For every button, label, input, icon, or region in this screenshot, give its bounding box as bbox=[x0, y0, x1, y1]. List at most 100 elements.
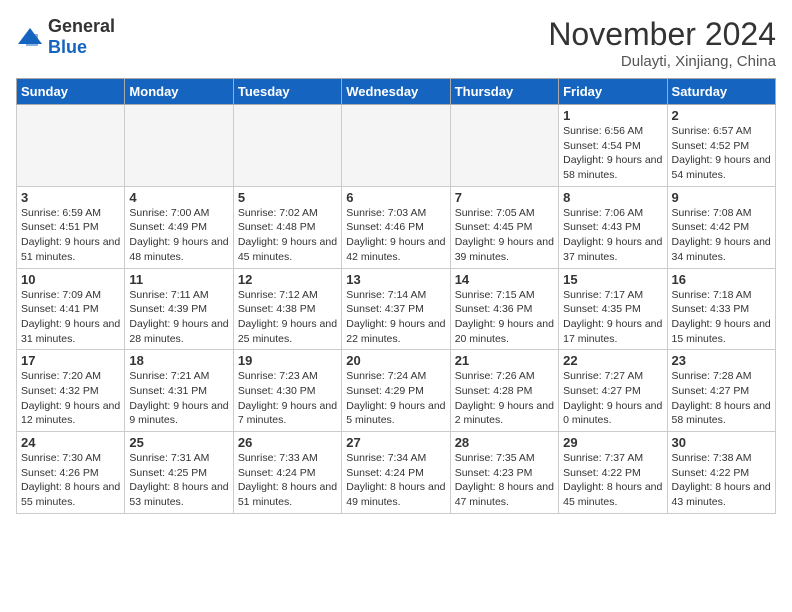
day-number: 15 bbox=[563, 272, 662, 287]
day-info: Sunrise: 7:30 AM Sunset: 4:26 PM Dayligh… bbox=[21, 451, 120, 510]
weekday-header-friday: Friday bbox=[559, 79, 667, 105]
day-info: Sunrise: 7:37 AM Sunset: 4:22 PM Dayligh… bbox=[563, 451, 662, 510]
day-number: 7 bbox=[455, 190, 554, 205]
calendar-cell bbox=[342, 105, 450, 187]
calendar-cell: 4Sunrise: 7:00 AM Sunset: 4:49 PM Daylig… bbox=[125, 186, 233, 268]
day-info: Sunrise: 7:31 AM Sunset: 4:25 PM Dayligh… bbox=[129, 451, 228, 510]
month-title: November 2024 bbox=[548, 16, 776, 53]
day-number: 14 bbox=[455, 272, 554, 287]
calendar-cell: 16Sunrise: 7:18 AM Sunset: 4:33 PM Dayli… bbox=[667, 268, 775, 350]
calendar-cell: 26Sunrise: 7:33 AM Sunset: 4:24 PM Dayli… bbox=[233, 432, 341, 514]
calendar-cell: 27Sunrise: 7:34 AM Sunset: 4:24 PM Dayli… bbox=[342, 432, 450, 514]
logo: General Blue bbox=[16, 16, 115, 58]
day-number: 19 bbox=[238, 353, 337, 368]
location-title: Dulayti, Xinjiang, China bbox=[548, 53, 776, 70]
calendar-cell bbox=[233, 105, 341, 187]
day-number: 17 bbox=[21, 353, 120, 368]
day-number: 4 bbox=[129, 190, 228, 205]
calendar-cell: 8Sunrise: 7:06 AM Sunset: 4:43 PM Daylig… bbox=[559, 186, 667, 268]
logo-icon bbox=[16, 26, 44, 48]
logo-general: General bbox=[48, 16, 115, 36]
day-info: Sunrise: 7:15 AM Sunset: 4:36 PM Dayligh… bbox=[455, 288, 554, 347]
day-number: 27 bbox=[346, 435, 445, 450]
calendar-cell: 22Sunrise: 7:27 AM Sunset: 4:27 PM Dayli… bbox=[559, 350, 667, 432]
calendar-cell: 1Sunrise: 6:56 AM Sunset: 4:54 PM Daylig… bbox=[559, 105, 667, 187]
day-number: 6 bbox=[346, 190, 445, 205]
day-info: Sunrise: 7:02 AM Sunset: 4:48 PM Dayligh… bbox=[238, 206, 337, 265]
day-info: Sunrise: 7:06 AM Sunset: 4:43 PM Dayligh… bbox=[563, 206, 662, 265]
day-info: Sunrise: 7:14 AM Sunset: 4:37 PM Dayligh… bbox=[346, 288, 445, 347]
calendar-cell: 12Sunrise: 7:12 AM Sunset: 4:38 PM Dayli… bbox=[233, 268, 341, 350]
day-info: Sunrise: 7:33 AM Sunset: 4:24 PM Dayligh… bbox=[238, 451, 337, 510]
day-number: 2 bbox=[672, 108, 771, 123]
day-info: Sunrise: 7:09 AM Sunset: 4:41 PM Dayligh… bbox=[21, 288, 120, 347]
week-row-2: 3Sunrise: 6:59 AM Sunset: 4:51 PM Daylig… bbox=[17, 186, 776, 268]
day-number: 10 bbox=[21, 272, 120, 287]
day-info: Sunrise: 7:23 AM Sunset: 4:30 PM Dayligh… bbox=[238, 369, 337, 428]
day-info: Sunrise: 6:56 AM Sunset: 4:54 PM Dayligh… bbox=[563, 124, 662, 183]
calendar-cell: 9Sunrise: 7:08 AM Sunset: 4:42 PM Daylig… bbox=[667, 186, 775, 268]
day-info: Sunrise: 7:27 AM Sunset: 4:27 PM Dayligh… bbox=[563, 369, 662, 428]
day-number: 26 bbox=[238, 435, 337, 450]
calendar-cell: 18Sunrise: 7:21 AM Sunset: 4:31 PM Dayli… bbox=[125, 350, 233, 432]
calendar-cell bbox=[17, 105, 125, 187]
day-number: 18 bbox=[129, 353, 228, 368]
day-number: 9 bbox=[672, 190, 771, 205]
calendar-cell: 11Sunrise: 7:11 AM Sunset: 4:39 PM Dayli… bbox=[125, 268, 233, 350]
day-info: Sunrise: 7:20 AM Sunset: 4:32 PM Dayligh… bbox=[21, 369, 120, 428]
day-info: Sunrise: 7:08 AM Sunset: 4:42 PM Dayligh… bbox=[672, 206, 771, 265]
calendar-cell bbox=[450, 105, 558, 187]
day-info: Sunrise: 7:05 AM Sunset: 4:45 PM Dayligh… bbox=[455, 206, 554, 265]
calendar-cell: 2Sunrise: 6:57 AM Sunset: 4:52 PM Daylig… bbox=[667, 105, 775, 187]
calendar-cell: 28Sunrise: 7:35 AM Sunset: 4:23 PM Dayli… bbox=[450, 432, 558, 514]
day-info: Sunrise: 7:18 AM Sunset: 4:33 PM Dayligh… bbox=[672, 288, 771, 347]
day-info: Sunrise: 7:34 AM Sunset: 4:24 PM Dayligh… bbox=[346, 451, 445, 510]
calendar-cell: 3Sunrise: 6:59 AM Sunset: 4:51 PM Daylig… bbox=[17, 186, 125, 268]
week-row-5: 24Sunrise: 7:30 AM Sunset: 4:26 PM Dayli… bbox=[17, 432, 776, 514]
header: General Blue November 2024 Dulayti, Xinj… bbox=[16, 16, 776, 70]
calendar-cell: 21Sunrise: 7:26 AM Sunset: 4:28 PM Dayli… bbox=[450, 350, 558, 432]
day-info: Sunrise: 7:35 AM Sunset: 4:23 PM Dayligh… bbox=[455, 451, 554, 510]
day-number: 11 bbox=[129, 272, 228, 287]
calendar-cell: 15Sunrise: 7:17 AM Sunset: 4:35 PM Dayli… bbox=[559, 268, 667, 350]
day-info: Sunrise: 7:11 AM Sunset: 4:39 PM Dayligh… bbox=[129, 288, 228, 347]
calendar-cell: 5Sunrise: 7:02 AM Sunset: 4:48 PM Daylig… bbox=[233, 186, 341, 268]
day-number: 29 bbox=[563, 435, 662, 450]
day-number: 24 bbox=[21, 435, 120, 450]
calendar-cell: 20Sunrise: 7:24 AM Sunset: 4:29 PM Dayli… bbox=[342, 350, 450, 432]
day-number: 3 bbox=[21, 190, 120, 205]
weekday-header-saturday: Saturday bbox=[667, 79, 775, 105]
day-number: 25 bbox=[129, 435, 228, 450]
day-info: Sunrise: 7:38 AM Sunset: 4:22 PM Dayligh… bbox=[672, 451, 771, 510]
calendar-cell: 29Sunrise: 7:37 AM Sunset: 4:22 PM Dayli… bbox=[559, 432, 667, 514]
day-info: Sunrise: 7:28 AM Sunset: 4:27 PM Dayligh… bbox=[672, 369, 771, 428]
day-info: Sunrise: 7:03 AM Sunset: 4:46 PM Dayligh… bbox=[346, 206, 445, 265]
weekday-header-thursday: Thursday bbox=[450, 79, 558, 105]
calendar-cell: 30Sunrise: 7:38 AM Sunset: 4:22 PM Dayli… bbox=[667, 432, 775, 514]
week-row-4: 17Sunrise: 7:20 AM Sunset: 4:32 PM Dayli… bbox=[17, 350, 776, 432]
logo-text: General Blue bbox=[48, 16, 115, 58]
day-info: Sunrise: 7:24 AM Sunset: 4:29 PM Dayligh… bbox=[346, 369, 445, 428]
day-info: Sunrise: 7:26 AM Sunset: 4:28 PM Dayligh… bbox=[455, 369, 554, 428]
calendar-table: SundayMondayTuesdayWednesdayThursdayFrid… bbox=[16, 78, 776, 514]
day-number: 13 bbox=[346, 272, 445, 287]
day-number: 20 bbox=[346, 353, 445, 368]
day-info: Sunrise: 6:59 AM Sunset: 4:51 PM Dayligh… bbox=[21, 206, 120, 265]
day-info: Sunrise: 7:21 AM Sunset: 4:31 PM Dayligh… bbox=[129, 369, 228, 428]
weekday-header-row: SundayMondayTuesdayWednesdayThursdayFrid… bbox=[17, 79, 776, 105]
calendar-cell: 7Sunrise: 7:05 AM Sunset: 4:45 PM Daylig… bbox=[450, 186, 558, 268]
day-number: 28 bbox=[455, 435, 554, 450]
calendar-cell: 10Sunrise: 7:09 AM Sunset: 4:41 PM Dayli… bbox=[17, 268, 125, 350]
day-number: 16 bbox=[672, 272, 771, 287]
day-number: 8 bbox=[563, 190, 662, 205]
day-info: Sunrise: 7:00 AM Sunset: 4:49 PM Dayligh… bbox=[129, 206, 228, 265]
calendar-cell bbox=[125, 105, 233, 187]
weekday-header-tuesday: Tuesday bbox=[233, 79, 341, 105]
weekday-header-sunday: Sunday bbox=[17, 79, 125, 105]
calendar-cell: 17Sunrise: 7:20 AM Sunset: 4:32 PM Dayli… bbox=[17, 350, 125, 432]
calendar-cell: 14Sunrise: 7:15 AM Sunset: 4:36 PM Dayli… bbox=[450, 268, 558, 350]
logo-blue: Blue bbox=[48, 37, 87, 57]
day-number: 22 bbox=[563, 353, 662, 368]
calendar-cell: 19Sunrise: 7:23 AM Sunset: 4:30 PM Dayli… bbox=[233, 350, 341, 432]
day-number: 12 bbox=[238, 272, 337, 287]
